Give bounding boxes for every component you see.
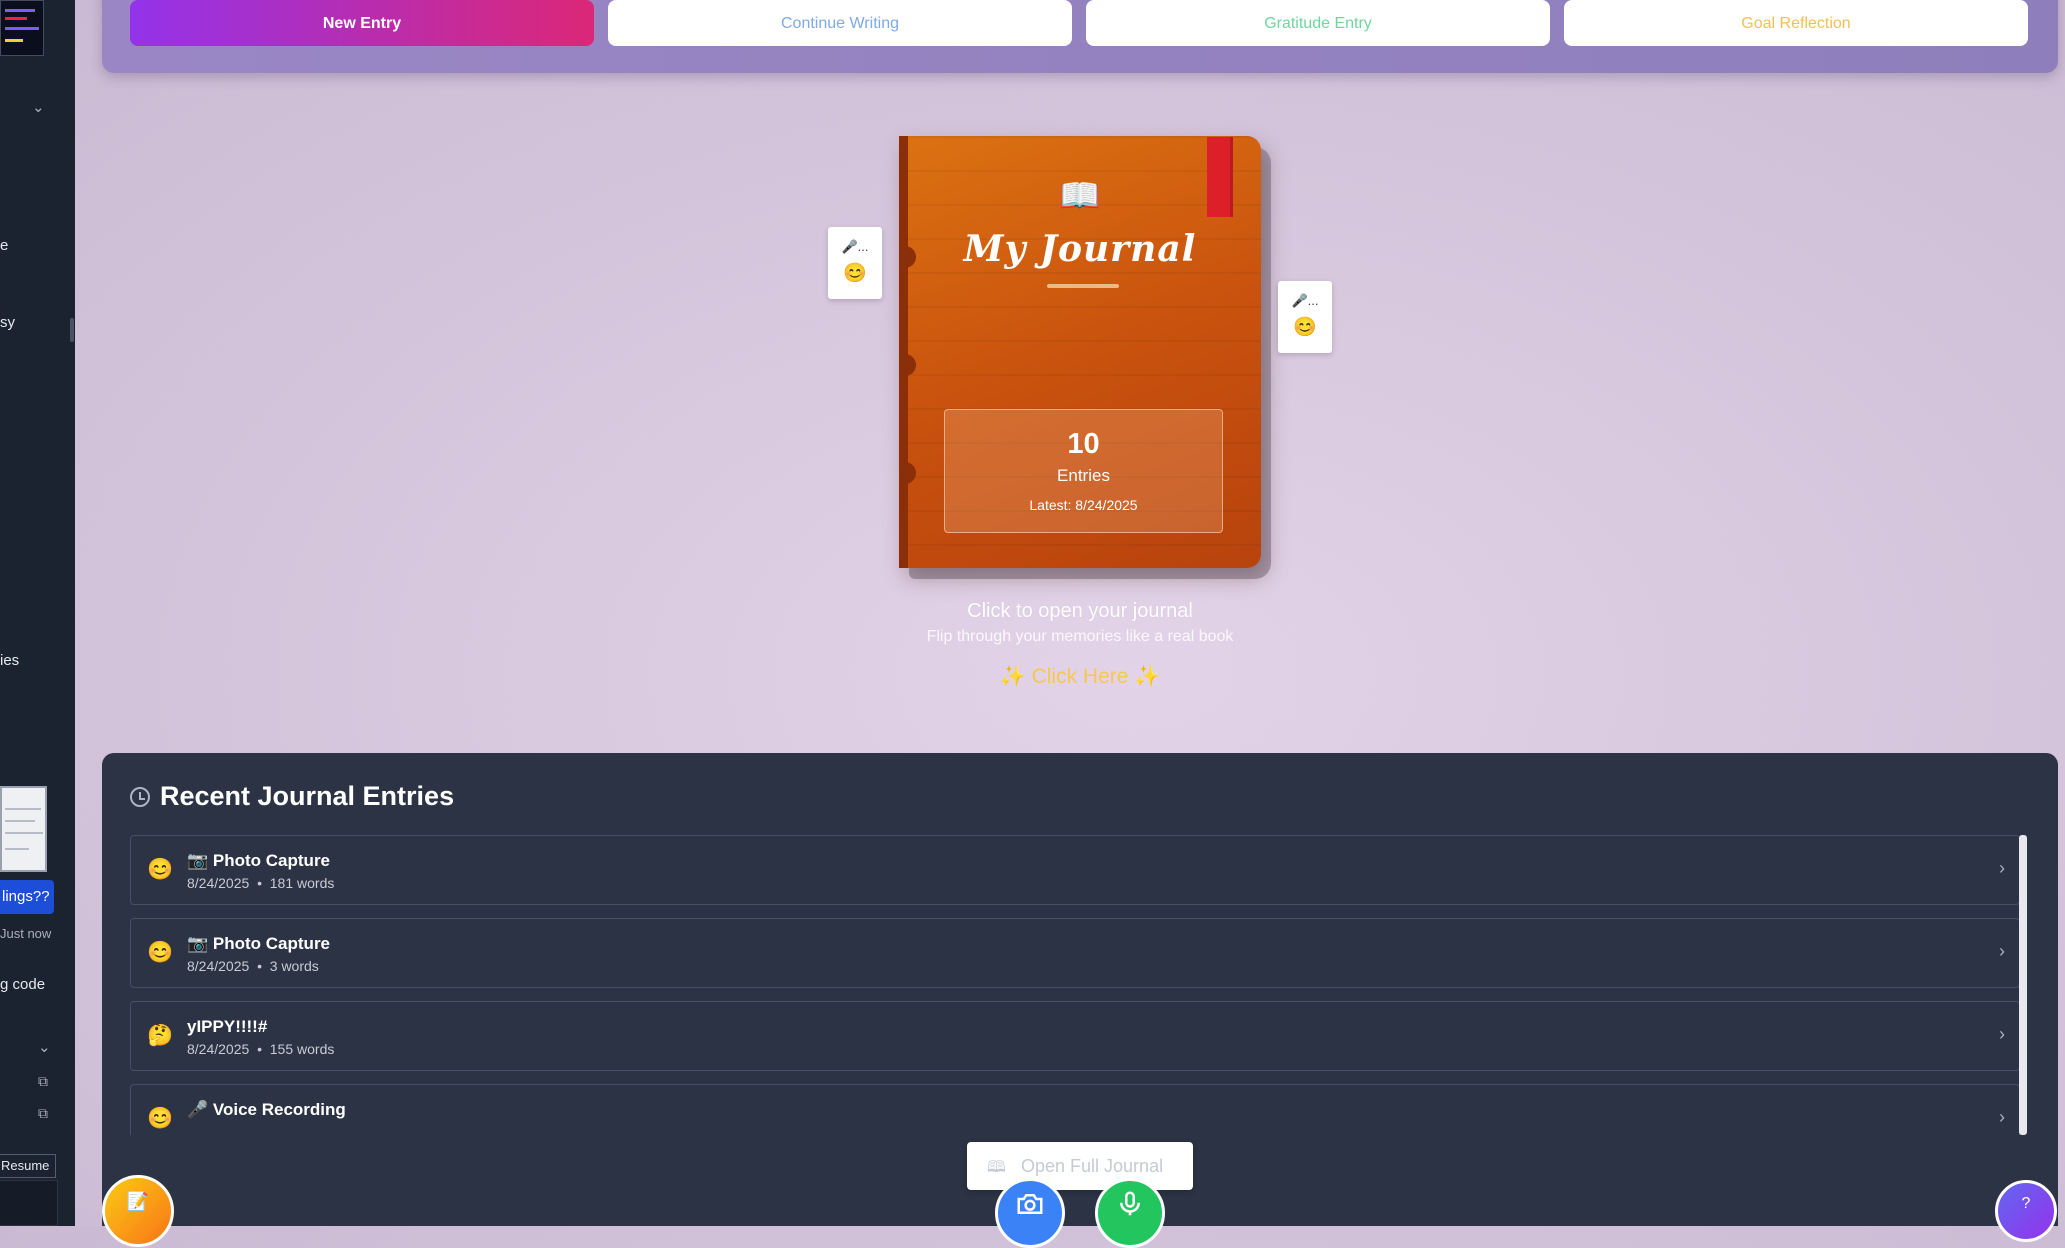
entry-word-count: 155 words: [269, 1041, 335, 1057]
sidebar-text-fragment[interactable]: e: [0, 237, 8, 254]
entry-list-scrollbar[interactable]: [2019, 835, 2027, 1135]
mood-emoji: 🤔: [147, 1024, 174, 1047]
floating-notes-button[interactable]: 📝: [102, 1175, 174, 1247]
entry-date: 8/24/2025: [187, 1041, 250, 1057]
entries-label: Entries: [1057, 466, 1110, 485]
external-link-icon[interactable]: ⧉: [38, 1073, 48, 1090]
title-underline: [1047, 284, 1119, 288]
mood-emoji: 😊: [147, 941, 174, 964]
goal-reflection-button[interactable]: Goal Reflection: [1564, 0, 2028, 46]
mood-emoji: 😊: [147, 858, 174, 881]
chevron-down-icon[interactable]: ⌄: [38, 1038, 51, 1056]
new-entry-button[interactable]: New Entry: [130, 0, 594, 46]
sidebar-input-box[interactable]: [0, 1180, 58, 1226]
flip-memories-subtitle: Flip through your memories like a real b…: [926, 628, 1234, 645]
camera-icon: 📷: [187, 851, 209, 870]
entry-row[interactable]: 😊 📷 Photo Capture 8/24/2025 • 181 words …: [130, 835, 2020, 905]
voice-record-button[interactable]: [1095, 1178, 1165, 1248]
note-icon: 📝: [126, 1190, 150, 1211]
journal-stats-box: 10 Entries Latest: 8/24/2025: [944, 409, 1223, 533]
camera-icon: [1017, 1194, 1043, 1214]
open-full-journal-button[interactable]: 🕮 Open Full Journal: [967, 1142, 1193, 1190]
sidebar-resize-handle[interactable]: [70, 318, 74, 342]
open-full-journal-label: Open Full Journal: [1021, 1156, 1164, 1176]
sticky-note-voice[interactable]: 🎤... 😊: [828, 227, 882, 299]
chat-message-pill[interactable]: lings??: [0, 880, 54, 914]
help-icon: ?: [2021, 1195, 2031, 1212]
book-icon: 📖: [1058, 177, 1102, 215]
entry-title: Photo Capture: [212, 934, 331, 953]
microphone-icon: 🎤...: [1291, 293, 1319, 308]
chevron-right-icon: ›: [1999, 1107, 2005, 1127]
gratitude-entry-button[interactable]: Gratitude Entry: [1086, 0, 1550, 46]
entry-count: 10: [1067, 428, 1100, 460]
open-journal-hint: Click to open your journal: [967, 600, 1193, 622]
entry-title: Voice Recording: [212, 1100, 346, 1119]
continue-writing-button[interactable]: Continue Writing: [608, 0, 1072, 46]
entry-row[interactable]: 😊 🎤 Voice Recording ›: [130, 1084, 2020, 1135]
entry-date: 8/24/2025: [187, 875, 250, 891]
entry-title: yIPPY!!!!#: [187, 1017, 268, 1036]
entry-title: Photo Capture: [212, 851, 331, 870]
resume-button[interactable]: Resume: [0, 1154, 56, 1178]
recent-entries-heading: Recent Journal Entries: [160, 781, 455, 811]
mood-emoji: 😊: [1293, 317, 1317, 338]
sidebar-thumbnail[interactable]: [0, 0, 44, 56]
entry-row[interactable]: 🤔 yIPPY!!!!# 8/24/2025 • 155 words ›: [130, 1001, 2020, 1071]
external-link-icon[interactable]: ⧉: [38, 1105, 48, 1122]
book-open-icon: 🕮: [987, 1159, 1006, 1176]
recent-entries-panel: Recent Journal Entries 😊 📷 Photo Capture…: [102, 753, 2058, 1226]
sidebar-text-fragment[interactable]: sy: [0, 314, 15, 331]
clock-icon: [130, 786, 150, 807]
entry-word-count: 3 words: [269, 958, 319, 974]
latest-entry-date: Latest: 8/24/2025: [1029, 497, 1138, 513]
microphone-icon: [1120, 1191, 1140, 1216]
chevron-down-icon[interactable]: ⌄: [32, 98, 45, 116]
sticky-note-voice[interactable]: 🎤... 😊: [1278, 281, 1332, 353]
mood-emoji: 😊: [147, 1107, 174, 1130]
camera-capture-button[interactable]: [995, 1178, 1065, 1248]
click-here-cta[interactable]: ✨ Click Here ✨: [0, 665, 2065, 689]
microphone-icon: 🎤...: [841, 239, 869, 254]
chevron-right-icon: ›: [1999, 1024, 2005, 1044]
journal-title: My Journal: [963, 228, 1197, 270]
entry-list: 😊 📷 Photo Capture 8/24/2025 • 181 words …: [130, 835, 2020, 1135]
microphone-icon: 🎤: [187, 1100, 209, 1119]
message-timestamp: Just now: [0, 926, 52, 941]
entry-word-count: 181 words: [269, 875, 335, 891]
book-ring: [902, 462, 916, 484]
sidebar-text-fragment[interactable]: g code: [0, 976, 45, 993]
chevron-right-icon: ›: [1999, 941, 2005, 961]
mood-emoji: 😊: [843, 263, 867, 284]
quick-actions-panel: New Entry Continue Writing Gratitude Ent…: [102, 0, 2058, 73]
chevron-right-icon: ›: [1999, 858, 2005, 878]
entry-row[interactable]: 😊 📷 Photo Capture 8/24/2025 • 3 words ›: [130, 918, 2020, 988]
book-ring: [902, 354, 916, 376]
recent-entries-header: Recent Journal Entries: [130, 781, 454, 812]
entry-date: 8/24/2025: [187, 958, 250, 974]
help-button[interactable]: ?: [1995, 1180, 2057, 1242]
sidebar-screenshot-thumbnail[interactable]: [0, 786, 47, 872]
journal-book-cover[interactable]: 📖 My Journal 10 Entries Latest: 8/24/202…: [899, 136, 1261, 568]
camera-icon: 📷: [187, 934, 209, 953]
